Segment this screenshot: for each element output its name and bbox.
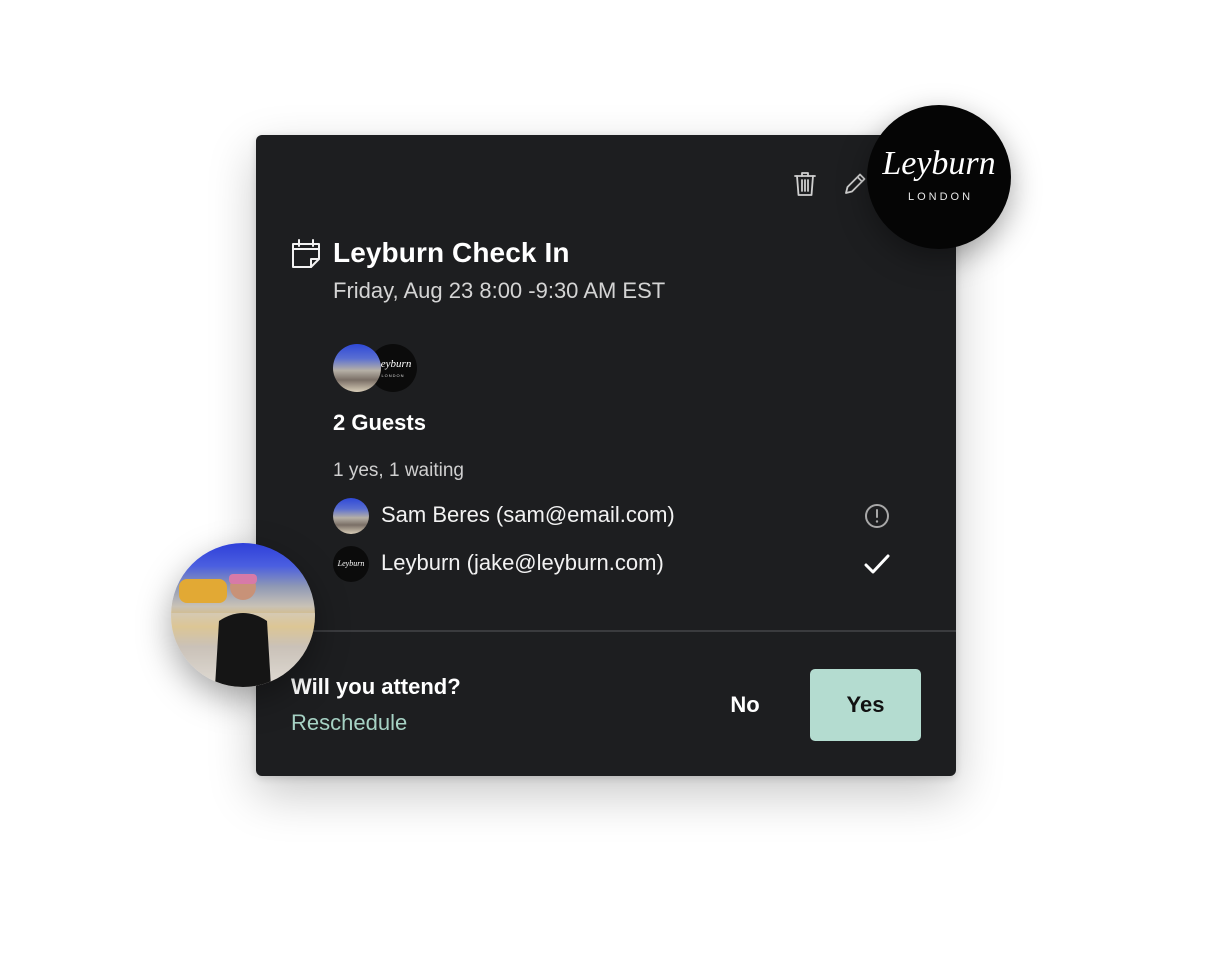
avatar: Leyburn: [333, 546, 369, 582]
guest-avatars: Leyburn LONDON: [333, 344, 423, 394]
guest-status: [861, 548, 893, 580]
trash-icon: [794, 172, 816, 196]
event-card: Leyburn Check In Friday, Aug 23 8:00 -9:…: [256, 135, 956, 776]
avatar-logo-subtitle: LONDON: [381, 372, 405, 378]
user-photo-avatar: [171, 543, 315, 687]
event-title: Leyburn Check In: [333, 237, 570, 268]
brand-wordmark: Leyburn: [882, 145, 996, 182]
brand-logo: Leyburn LONDON: [867, 105, 1011, 249]
calendar-icon: [292, 239, 320, 268]
divider: [256, 630, 956, 632]
delete-button[interactable]: [790, 169, 820, 199]
edit-button[interactable]: [840, 169, 870, 199]
no-button[interactable]: No: [714, 669, 776, 741]
guest-name: Sam Beres (sam@email.com): [381, 502, 675, 527]
guest-row: Sam Beres (sam@email.com): [333, 496, 893, 536]
yes-button[interactable]: Yes: [810, 669, 921, 741]
person-photo: [171, 574, 315, 687]
avatar-logo-wordmark: Leyburn: [337, 559, 365, 568]
avatar: [333, 498, 369, 534]
avatar-sam: [333, 344, 381, 392]
check-icon: [864, 554, 890, 574]
guests-summary: 1 yes, 1 waiting: [333, 460, 464, 481]
guest-status: [861, 500, 893, 532]
guest-row: Leyburn Leyburn (jake@leyburn.com): [333, 544, 893, 584]
guest-name: Leyburn (jake@leyburn.com): [381, 550, 664, 575]
reschedule-link[interactable]: Reschedule: [291, 710, 407, 736]
exclamation-circle-icon: [865, 504, 889, 528]
brand-subtitle: LONDON: [907, 191, 974, 203]
pencil-icon: [845, 173, 866, 194]
attend-question: Will you attend?: [291, 674, 461, 699]
event-datetime: Friday, Aug 23 8:00 -9:30 AM EST: [333, 278, 666, 303]
guests-heading: 2 Guests: [333, 410, 426, 435]
